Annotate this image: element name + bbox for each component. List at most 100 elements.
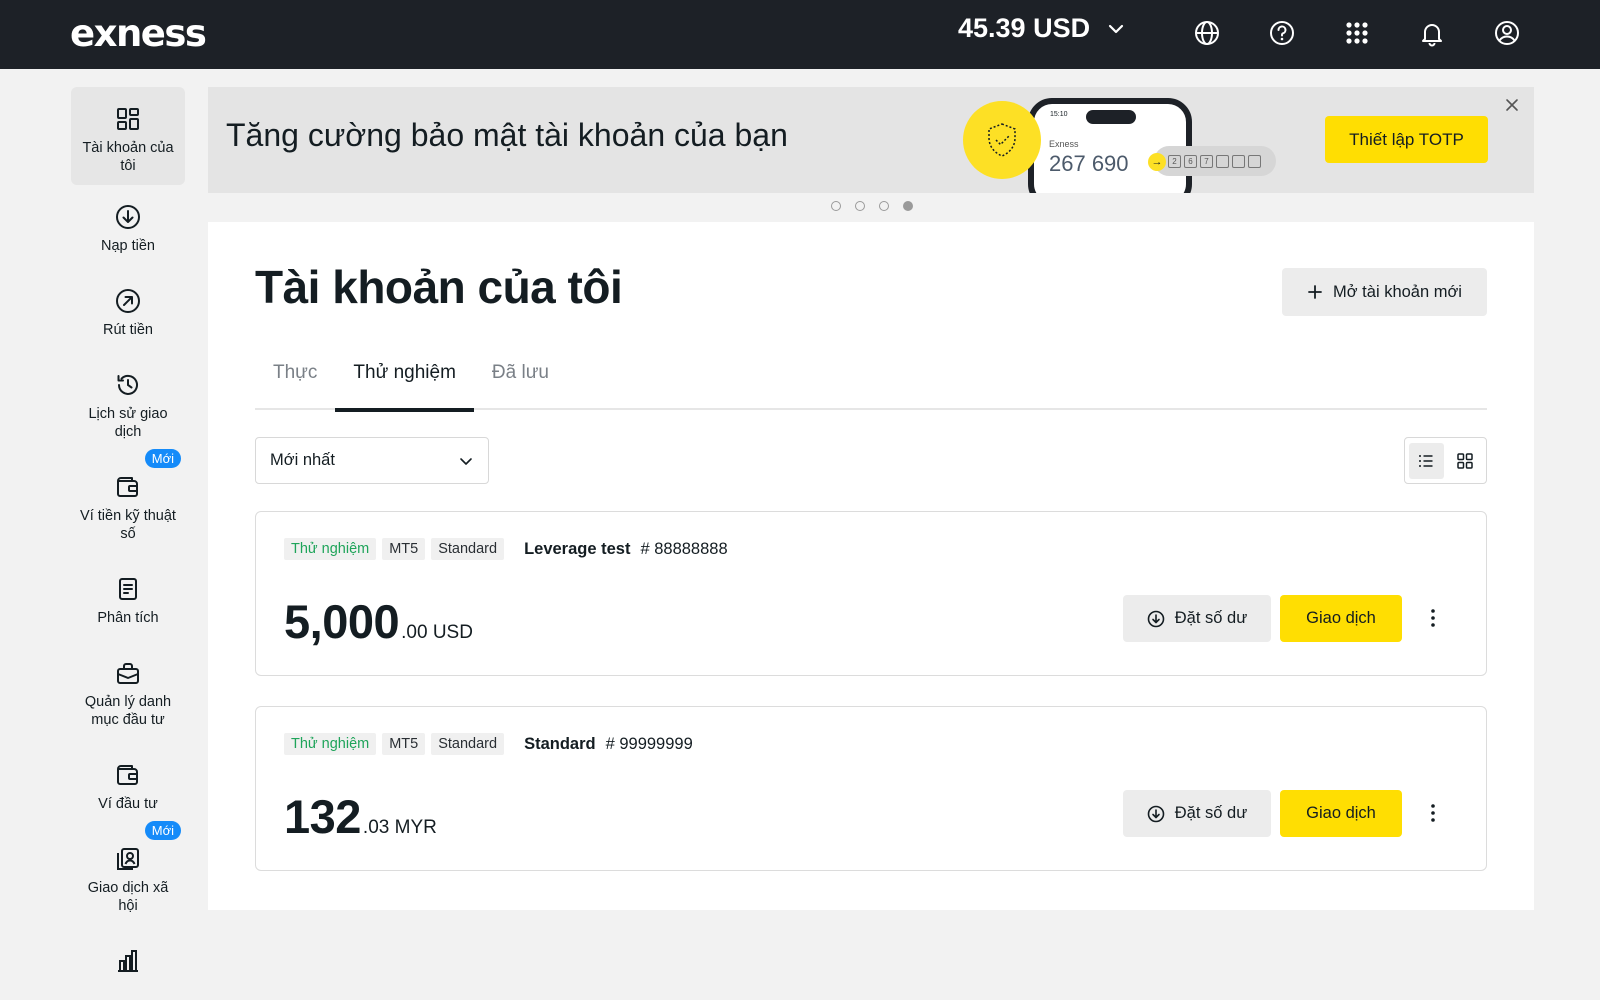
withdraw-icon: [116, 289, 140, 313]
help-icon[interactable]: [1267, 18, 1297, 48]
open-new-account-button[interactable]: Mở tài khoản mới: [1282, 268, 1487, 316]
page-title: Tài khoản của tôi: [255, 261, 623, 313]
deposit-icon: [1147, 805, 1165, 822]
grid-view-button[interactable]: [1448, 443, 1483, 479]
globe-icon[interactable]: [1192, 18, 1222, 48]
shield-check-icon: [963, 101, 1041, 179]
plus-icon: [1308, 285, 1322, 299]
chevron-down-icon: [460, 457, 472, 465]
account-type-tabs: Thực Thử nghiệm Đã lưu: [255, 342, 1487, 412]
balance-whole: 5,000: [284, 595, 400, 648]
sidebar-item-my-accounts[interactable]: Tài khoản của tôi: [71, 87, 185, 185]
otp-digit: 2: [1168, 154, 1181, 168]
chevron-down-icon: [1108, 24, 1124, 33]
new-badge: Mới: [144, 449, 181, 468]
set-balance-label: Đặt số dư: [1174, 804, 1248, 822]
sidebar-item-social-trading[interactable]: Mới Giao dịch xã hội: [71, 821, 185, 929]
account-type-tag: Standard: [431, 733, 505, 755]
balance-selector[interactable]: 45.39 USD: [958, 13, 1126, 44]
security-banner: Tăng cường bảo mật tài khoản của bạn 15:…: [208, 87, 1534, 193]
account-tags: Thử nghiệm MT5 Standard Standard # 99999…: [284, 733, 693, 755]
otp-digit: [1216, 154, 1229, 168]
demo-tag: Thử nghiệm: [284, 538, 377, 560]
setup-totp-button[interactable]: Thiết lập TOTP: [1325, 116, 1488, 163]
account-card: Thử nghiệm MT5 Standard Standard # 99999…: [255, 706, 1487, 871]
set-balance-label: Đặt số dư: [1174, 609, 1248, 627]
account-name: Leverage test: [524, 539, 631, 558]
sidebar-item-label: Phân tích: [97, 610, 159, 626]
list-icon: [1419, 454, 1433, 467]
portfolio-icon: [117, 663, 139, 684]
grid-icon: [1457, 452, 1473, 469]
sidebar-item-label: Ví đầu tư: [98, 796, 158, 812]
trade-button[interactable]: Giao dịch: [1280, 790, 1402, 837]
sidebar-item-deposit[interactable]: Nạp tiền: [71, 185, 185, 269]
carousel-dot[interactable]: [831, 201, 841, 211]
bell-icon[interactable]: [1417, 18, 1447, 48]
arrow-right-icon: →: [1148, 153, 1166, 171]
platform-tag: MT5: [382, 733, 426, 755]
investment-wallet-icon: [117, 765, 138, 785]
set-balance-button[interactable]: Đặt số dư: [1123, 790, 1271, 837]
sidebar-item-label: Quản lý danh mục đầu tư: [84, 694, 172, 728]
exness-logo[interactable]: exness: [70, 12, 207, 55]
deposit-icon: [1147, 610, 1165, 627]
account-balance: 5,000 .00 USD: [284, 594, 473, 649]
sidebar-item-history[interactable]: Lịch sử giao dịch: [71, 353, 185, 455]
sidebar-item-label: Giao dịch xã hội: [87, 880, 169, 914]
banner-title: Tăng cường bảo mật tài khoản của bạn: [226, 117, 788, 153]
sidebar-item-crypto-wallet[interactable]: Mới Ví tiền kỹ thuật số: [71, 449, 185, 557]
sidebar-item-analytics[interactable]: Phân tích: [71, 557, 185, 641]
user-icon[interactable]: [1492, 18, 1522, 48]
more-options-icon[interactable]: [1421, 606, 1445, 630]
carousel-dot-active[interactable]: [903, 201, 913, 211]
otp-input-illustration: 2 6 7: [1154, 146, 1276, 176]
carousel-dot[interactable]: [879, 201, 889, 211]
top-bar: exness 45.39 USD: [0, 0, 1600, 69]
platform-tag: MT5: [382, 538, 426, 560]
tab-real[interactable]: Thực: [255, 342, 335, 410]
balance-whole: 132: [284, 790, 361, 843]
sidebar-nav: Tài khoản của tôi Nạp tiền Rút tiền Lịch…: [71, 87, 185, 979]
analytics-icon: [119, 578, 137, 600]
account-type-tag: Standard: [431, 538, 505, 560]
trade-button[interactable]: Giao dịch: [1280, 595, 1402, 642]
otp-digit: [1232, 154, 1245, 168]
phone-notch: [1086, 110, 1136, 124]
carousel-dot[interactable]: [855, 201, 865, 211]
new-badge: Mới: [144, 821, 181, 840]
sort-selected-value: Mới nhất: [270, 451, 335, 469]
view-toggle: [1404, 437, 1487, 484]
balance-fraction-currency: .03 MYR: [362, 817, 437, 838]
open-new-account-label: Mở tài khoản mới: [1333, 282, 1462, 301]
crypto-wallet-icon: [117, 477, 138, 497]
sidebar-item-charts[interactable]: [71, 929, 185, 979]
balance-fraction-currency: .00 USD: [401, 622, 473, 643]
tab-saved[interactable]: Đã lưu: [474, 342, 567, 410]
close-icon[interactable]: [1504, 97, 1520, 113]
otp-digit: 7: [1200, 154, 1213, 168]
phone-time: 15:10: [1050, 111, 1068, 118]
sidebar-item-label: Nạp tiền: [100, 238, 155, 254]
sidebar-item-investment-wallet[interactable]: Ví đầu tư: [71, 743, 185, 827]
account-name: Standard: [524, 734, 596, 753]
more-options-icon[interactable]: [1421, 801, 1445, 825]
list-view-button[interactable]: [1409, 442, 1444, 479]
account-card: Thử nghiệm MT5 Standard Leverage test # …: [255, 511, 1487, 676]
phone-brand: Exness: [1049, 139, 1079, 149]
demo-tag: Thử nghiệm: [284, 733, 377, 755]
sidebar-item-withdraw[interactable]: Rút tiền: [71, 269, 185, 353]
social-trading-icon: [117, 848, 139, 870]
otp-digit: [1248, 154, 1261, 168]
sort-dropdown[interactable]: Mới nhất: [255, 437, 489, 484]
tab-demo[interactable]: Thử nghiệm: [335, 342, 474, 412]
set-balance-button[interactable]: Đặt số dư: [1123, 595, 1271, 642]
accounts-panel: Tài khoản của tôi Mở tài khoản mới Thực …: [208, 222, 1534, 910]
carousel-dots: [831, 201, 913, 211]
sidebar-item-portfolio[interactable]: Quản lý danh mục đầu tư: [71, 641, 185, 743]
deposit-icon: [116, 205, 140, 229]
sidebar-item-label: Ví tiền kỹ thuật số: [80, 508, 176, 542]
apps-grid-icon[interactable]: [1342, 18, 1372, 48]
sidebar-item-label: Tài khoản của tôi: [82, 140, 174, 174]
otp-digit: 6: [1184, 154, 1197, 168]
